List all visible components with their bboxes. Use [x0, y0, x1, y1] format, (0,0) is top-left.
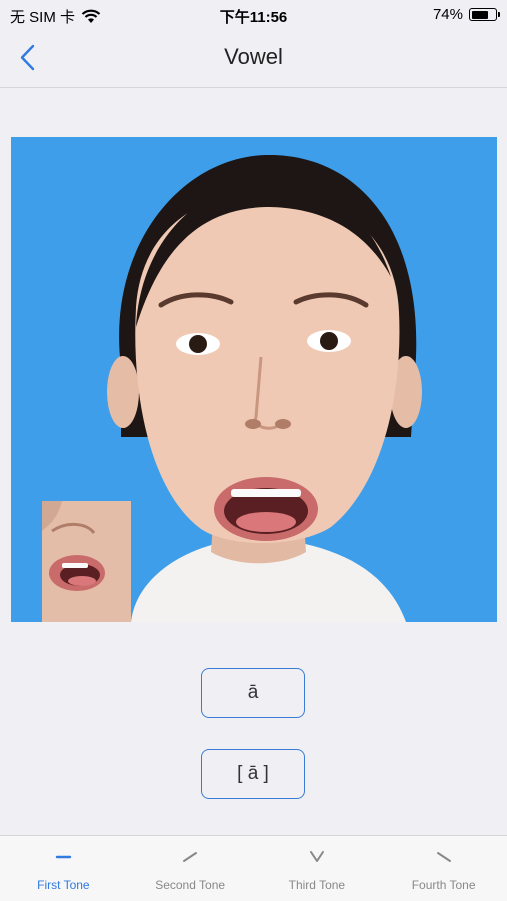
tab-label-first-tone: First Tone [37, 878, 90, 892]
tab-second-tone[interactable]: Second Tone [127, 836, 254, 901]
tab-third-tone[interactable]: Third Tone [254, 836, 381, 901]
tab-label-fourth-tone: Fourth Tone [411, 878, 476, 892]
ipa-button[interactable]: [ ā ] [201, 749, 305, 799]
rising-tone-icon [183, 852, 198, 862]
mouth-side-view-illustration [42, 501, 131, 622]
battery-icon [469, 8, 500, 21]
tab-first-tone[interactable]: First Tone [0, 836, 127, 901]
pinyin-button[interactable]: ā [201, 668, 305, 718]
tab-fourth-tone[interactable]: Fourth Tone [380, 836, 507, 901]
battery-fill [471, 10, 488, 19]
status-bar: 无 SIM 卡 下午11:56 74% [0, 0, 507, 30]
status-right: 74% [432, 6, 500, 23]
dipping-tone-icon [309, 851, 324, 862]
falling-tone-icon [436, 852, 451, 862]
battery-percent: 74% [432, 6, 463, 23]
tone-tab-bar: First Tone Second Tone Third Tone Fourth… [0, 835, 507, 901]
pronunciation-video[interactable] [11, 137, 497, 622]
tab-label-third-tone: Third Tone [288, 878, 346, 892]
tab-label-second-tone: Second Tone [155, 878, 226, 892]
mouth-closeup-inset [42, 501, 131, 622]
page-title: Vowel [224, 44, 283, 69]
nav-bar: Vowel [0, 30, 507, 88]
flat-tone-icon [56, 855, 72, 859]
clock: 下午11:56 [219, 9, 288, 26]
